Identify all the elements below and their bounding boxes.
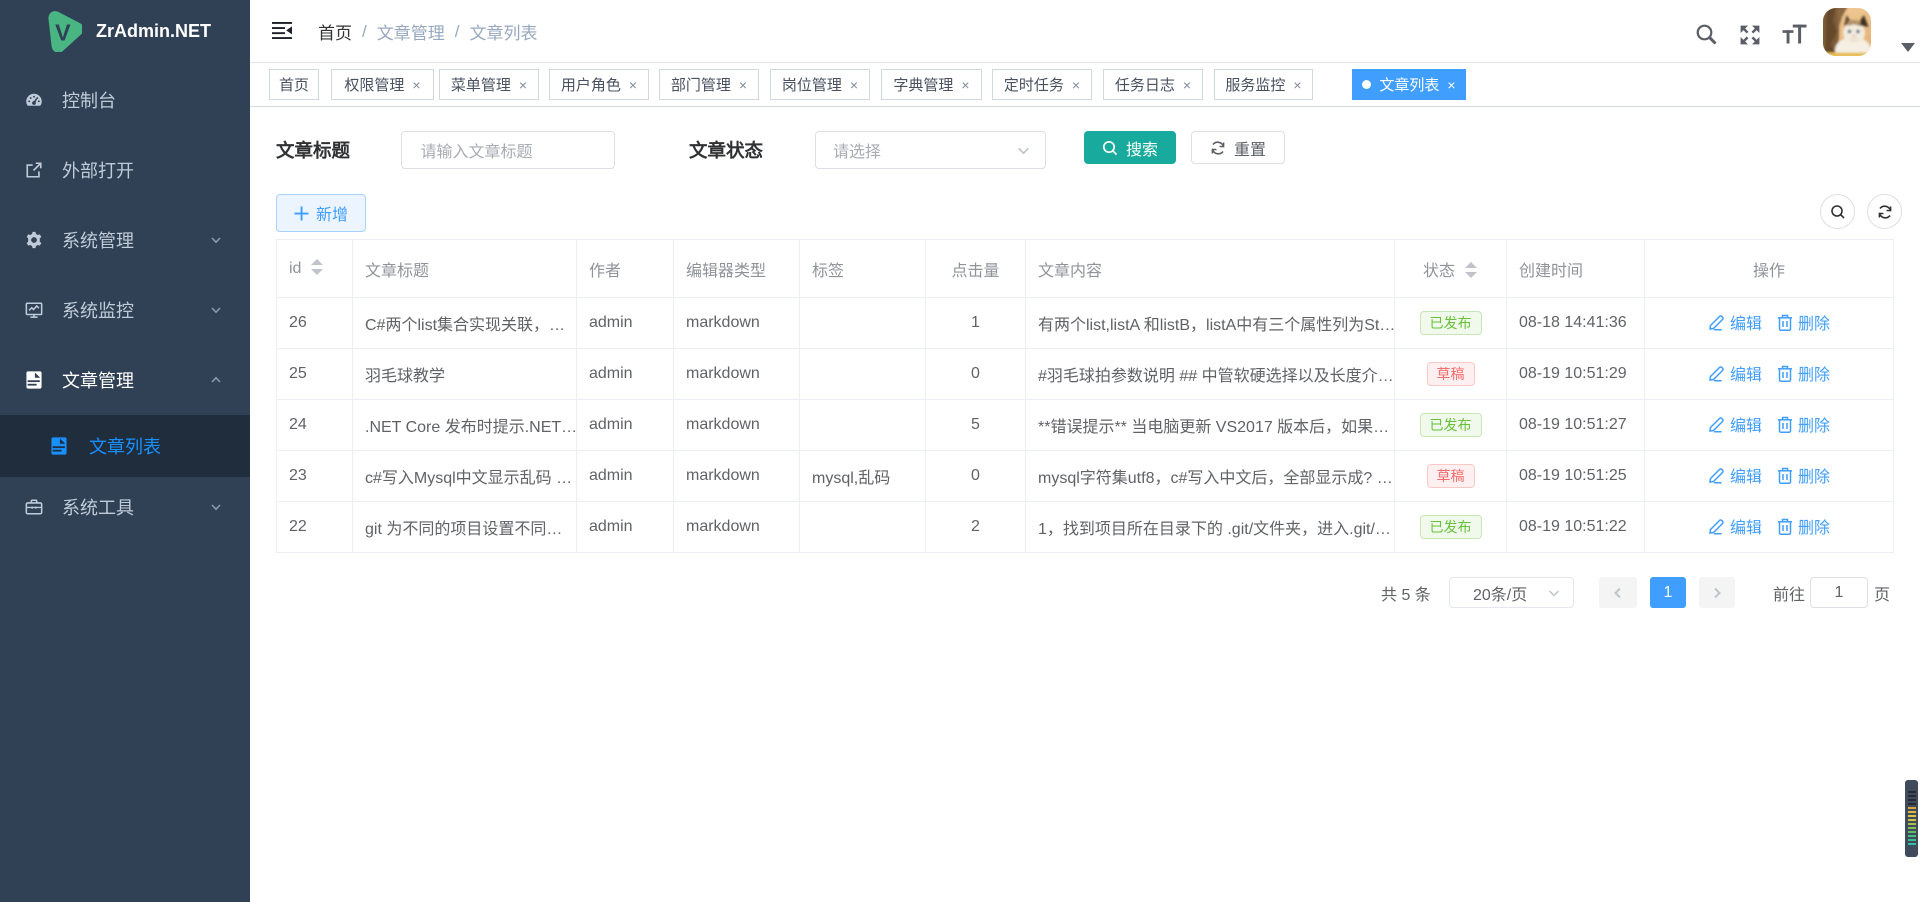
svg-text:V: V: [55, 19, 71, 45]
